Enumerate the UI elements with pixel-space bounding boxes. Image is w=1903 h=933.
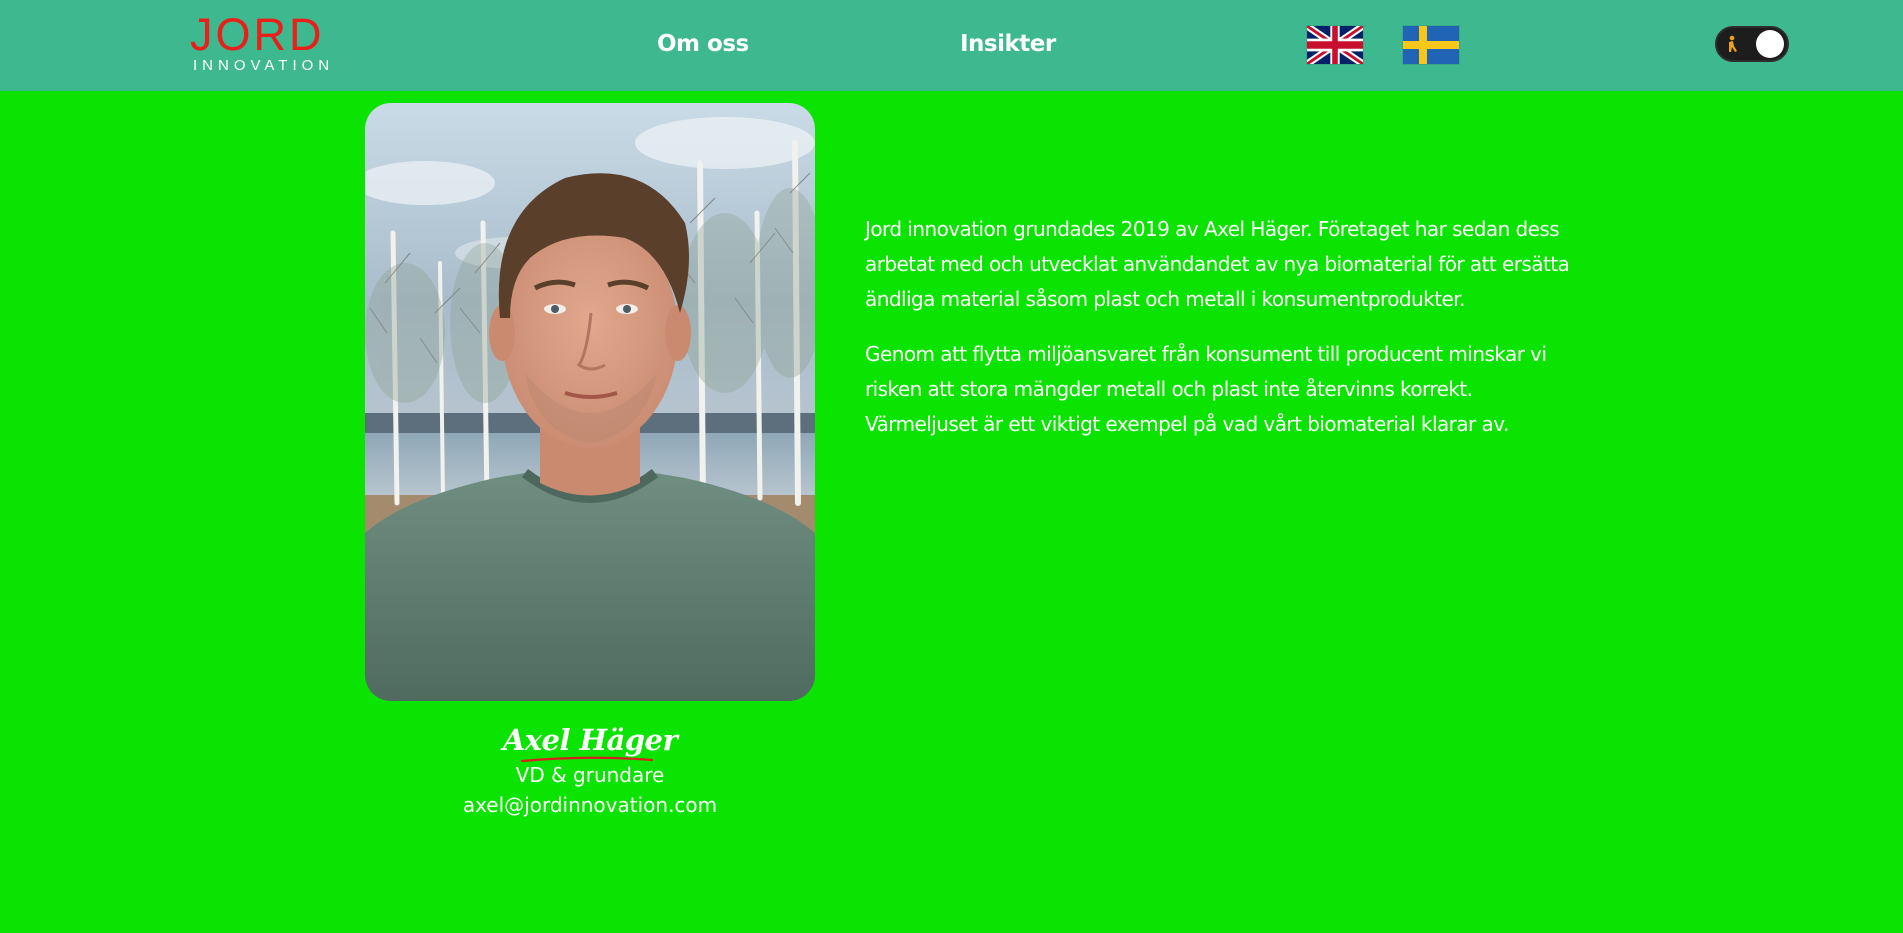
about-paragraph-2: Genom att flytta miljöansvaret från kons… [865,342,1547,436]
logo-wordmark: JORD [190,9,325,60]
person-icon [1726,35,1738,55]
nav-om-oss[interactable]: Om oss [657,28,749,60]
logo-subtitle: INNOVATION [193,57,335,74]
about-section: Jord innovation grundades 2019 av Axel H… [865,212,1590,462]
person-email-link[interactable]: axel@jordinnovation.com [365,792,815,818]
sweden-flag-icon[interactable] [1403,26,1459,64]
logo[interactable]: JORD INNOVATION [190,12,340,76]
person-role: VD & grundare [515,763,665,787]
toggle-knob [1756,30,1784,58]
profile-photo [365,103,815,701]
nav-insikter[interactable]: Insikter [960,28,1056,60]
site-header: JORD INNOVATION Om oss Insikter [0,0,1903,91]
about-paragraph-1: Jord innovation grundades 2019 av Axel H… [865,217,1570,311]
uk-flag-icon[interactable] [1307,26,1363,64]
theme-toggle[interactable] [1715,26,1789,62]
person-name: Axel Häger [502,723,678,757]
